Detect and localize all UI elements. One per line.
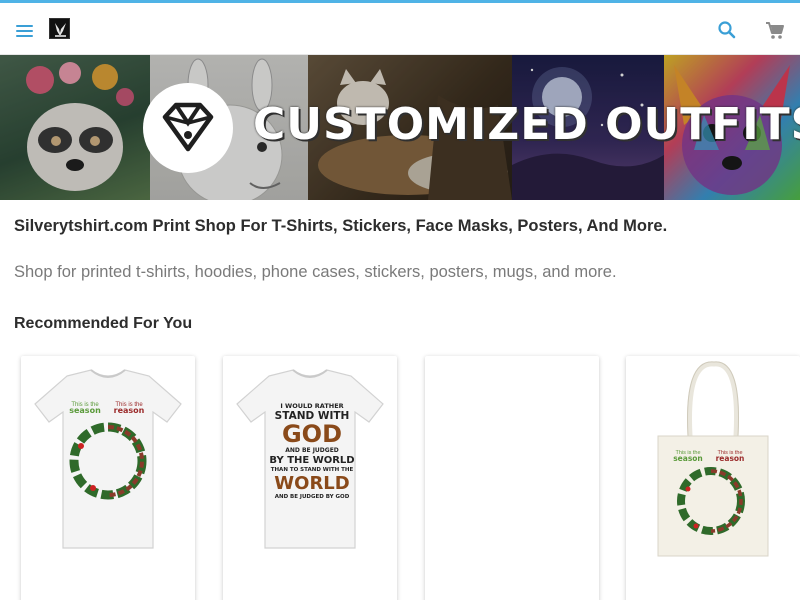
product-image-tshirt: This is the season This is the reason (34, 369, 182, 549)
menu-icon (16, 25, 33, 27)
print-text: season (673, 454, 703, 463)
search-icon (718, 21, 736, 39)
print-text: WORLD (274, 473, 349, 494)
print-text: BY THE WORLD (269, 455, 354, 466)
brand-logo[interactable] (49, 18, 70, 39)
product-image-tshirt: I WOULD RATHER STAND WITH GOD AND BE JUD… (236, 369, 384, 549)
product-card[interactable]: This is the season This is the reason (626, 356, 800, 600)
brand-logo-icon (55, 23, 66, 37)
print-text: AND BE JUDGED BY GOD (275, 494, 350, 500)
print-text: reason (716, 454, 745, 463)
print-text: I WOULD RATHER (280, 402, 343, 410)
shop-title: Silverytshirt.com Print Shop For T-Shirt… (14, 217, 668, 235)
menu-button[interactable] (12, 18, 38, 40)
print-text: reason (114, 406, 145, 415)
product-card[interactable]: I WOULD RATHER STAND WITH GOD AND BE JUD… (223, 356, 397, 600)
search-button[interactable] (714, 17, 740, 43)
top-app-bar (0, 3, 800, 55)
product-card[interactable] (425, 356, 599, 600)
banner-title: CUSTOMIZED OUTFITS (253, 99, 800, 150)
print-text: season (69, 406, 101, 415)
shop-subtitle: Shop for printed t-shirts, hoodies, phon… (14, 263, 617, 281)
print-text: GOD (282, 420, 342, 448)
print-text: AND BE JUDGED (285, 447, 339, 454)
product-card[interactable]: This is the season This is the reason (21, 356, 195, 600)
hero-banner[interactable]: CUSTOMIZED OUTFITS (0, 55, 800, 200)
diamond-heart-logo-icon (143, 83, 233, 173)
shopping-cart-icon (766, 22, 784, 39)
recommended-heading: Recommended For You (14, 315, 193, 332)
cart-button[interactable] (762, 17, 788, 43)
product-image-tote-bag: This is the season This is the reason (657, 361, 769, 557)
